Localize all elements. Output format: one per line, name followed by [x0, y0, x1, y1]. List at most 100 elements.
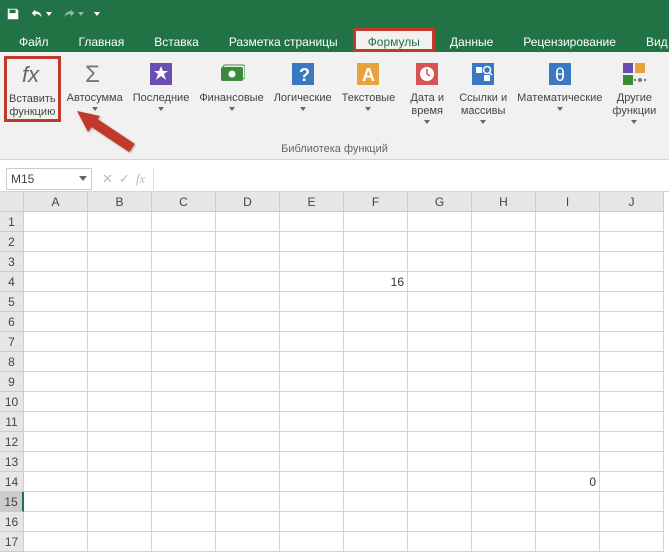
- row-header[interactable]: 12: [0, 432, 24, 452]
- cell[interactable]: [24, 212, 88, 232]
- cell[interactable]: [344, 452, 408, 472]
- cell[interactable]: [216, 292, 280, 312]
- row-header[interactable]: 11: [0, 412, 24, 432]
- cell[interactable]: 0: [536, 472, 600, 492]
- row-header[interactable]: 3: [0, 252, 24, 272]
- cell[interactable]: [536, 372, 600, 392]
- cell[interactable]: [216, 312, 280, 332]
- cell[interactable]: [472, 372, 536, 392]
- cell[interactable]: [600, 272, 664, 292]
- cell[interactable]: [280, 412, 344, 432]
- row-header[interactable]: 17: [0, 532, 24, 552]
- cell[interactable]: [88, 492, 152, 512]
- cell[interactable]: [280, 212, 344, 232]
- cell[interactable]: 16: [344, 272, 408, 292]
- row-header[interactable]: 14: [0, 472, 24, 492]
- undo-button[interactable]: [30, 7, 52, 21]
- cell[interactable]: [152, 532, 216, 552]
- cell[interactable]: [472, 412, 536, 432]
- cell[interactable]: [344, 432, 408, 452]
- cell[interactable]: [536, 212, 600, 232]
- cell[interactable]: [88, 512, 152, 532]
- tab-insert[interactable]: Вставка: [139, 28, 214, 52]
- row-header[interactable]: 16: [0, 512, 24, 532]
- cell[interactable]: [88, 232, 152, 252]
- cell[interactable]: [216, 272, 280, 292]
- cell[interactable]: [216, 512, 280, 532]
- tab-file[interactable]: Файл: [4, 28, 64, 52]
- cell[interactable]: [472, 392, 536, 412]
- cell[interactable]: [152, 252, 216, 272]
- cell[interactable]: [536, 332, 600, 352]
- save-button[interactable]: [6, 7, 20, 21]
- cell[interactable]: [216, 212, 280, 232]
- select-all-corner[interactable]: [0, 192, 24, 212]
- cell[interactable]: [408, 212, 472, 232]
- cell[interactable]: [88, 472, 152, 492]
- cancel-icon[interactable]: ✕: [102, 171, 113, 187]
- cell[interactable]: [600, 532, 664, 552]
- cell[interactable]: [600, 392, 664, 412]
- column-header[interactable]: J: [600, 192, 664, 212]
- cell[interactable]: [24, 452, 88, 472]
- cell[interactable]: [344, 252, 408, 272]
- cell[interactable]: [216, 232, 280, 252]
- cell[interactable]: [24, 272, 88, 292]
- cell[interactable]: [24, 332, 88, 352]
- column-header[interactable]: F: [344, 192, 408, 212]
- cell[interactable]: [216, 352, 280, 372]
- datetime-button[interactable]: Дата ивремя: [401, 56, 453, 126]
- cell[interactable]: [152, 472, 216, 492]
- cell[interactable]: [536, 532, 600, 552]
- cell[interactable]: [88, 252, 152, 272]
- cell[interactable]: [600, 372, 664, 392]
- cell[interactable]: [408, 412, 472, 432]
- cell[interactable]: [536, 232, 600, 252]
- cell[interactable]: [600, 412, 664, 432]
- cell[interactable]: [216, 372, 280, 392]
- column-header[interactable]: B: [88, 192, 152, 212]
- cell[interactable]: [24, 392, 88, 412]
- cell[interactable]: [408, 432, 472, 452]
- cell[interactable]: [472, 252, 536, 272]
- cell[interactable]: [408, 272, 472, 292]
- cell[interactable]: [408, 232, 472, 252]
- more-functions-button[interactable]: Другиефункции: [608, 56, 660, 126]
- cell[interactable]: [88, 332, 152, 352]
- cell[interactable]: [280, 292, 344, 312]
- cell[interactable]: [24, 232, 88, 252]
- cell[interactable]: [472, 432, 536, 452]
- cell[interactable]: [600, 492, 664, 512]
- column-header[interactable]: G: [408, 192, 472, 212]
- cell[interactable]: [472, 532, 536, 552]
- cell[interactable]: [600, 252, 664, 272]
- tab-data[interactable]: Данные: [435, 28, 508, 52]
- cell[interactable]: [152, 332, 216, 352]
- cell[interactable]: [152, 312, 216, 332]
- cell[interactable]: [24, 492, 88, 512]
- row-header[interactable]: 7: [0, 332, 24, 352]
- row-header[interactable]: 6: [0, 312, 24, 332]
- cell[interactable]: [472, 472, 536, 492]
- cell[interactable]: [280, 432, 344, 452]
- cell[interactable]: [152, 452, 216, 472]
- cell[interactable]: [152, 512, 216, 532]
- cell[interactable]: [24, 292, 88, 312]
- cell[interactable]: [344, 372, 408, 392]
- text-button[interactable]: A Текстовые: [338, 56, 400, 113]
- cell[interactable]: [344, 352, 408, 372]
- math-button[interactable]: θ Математические: [513, 56, 606, 113]
- cell[interactable]: [344, 412, 408, 432]
- cell[interactable]: [88, 372, 152, 392]
- row-header[interactable]: 5: [0, 292, 24, 312]
- cell[interactable]: [152, 272, 216, 292]
- cell[interactable]: [152, 492, 216, 512]
- cell[interactable]: [344, 292, 408, 312]
- column-header[interactable]: E: [280, 192, 344, 212]
- recent-functions-button[interactable]: Последние: [129, 56, 194, 113]
- cell[interactable]: [536, 272, 600, 292]
- column-header[interactable]: I: [536, 192, 600, 212]
- cell[interactable]: [216, 332, 280, 352]
- row-header[interactable]: 15: [0, 492, 24, 512]
- cell[interactable]: [88, 432, 152, 452]
